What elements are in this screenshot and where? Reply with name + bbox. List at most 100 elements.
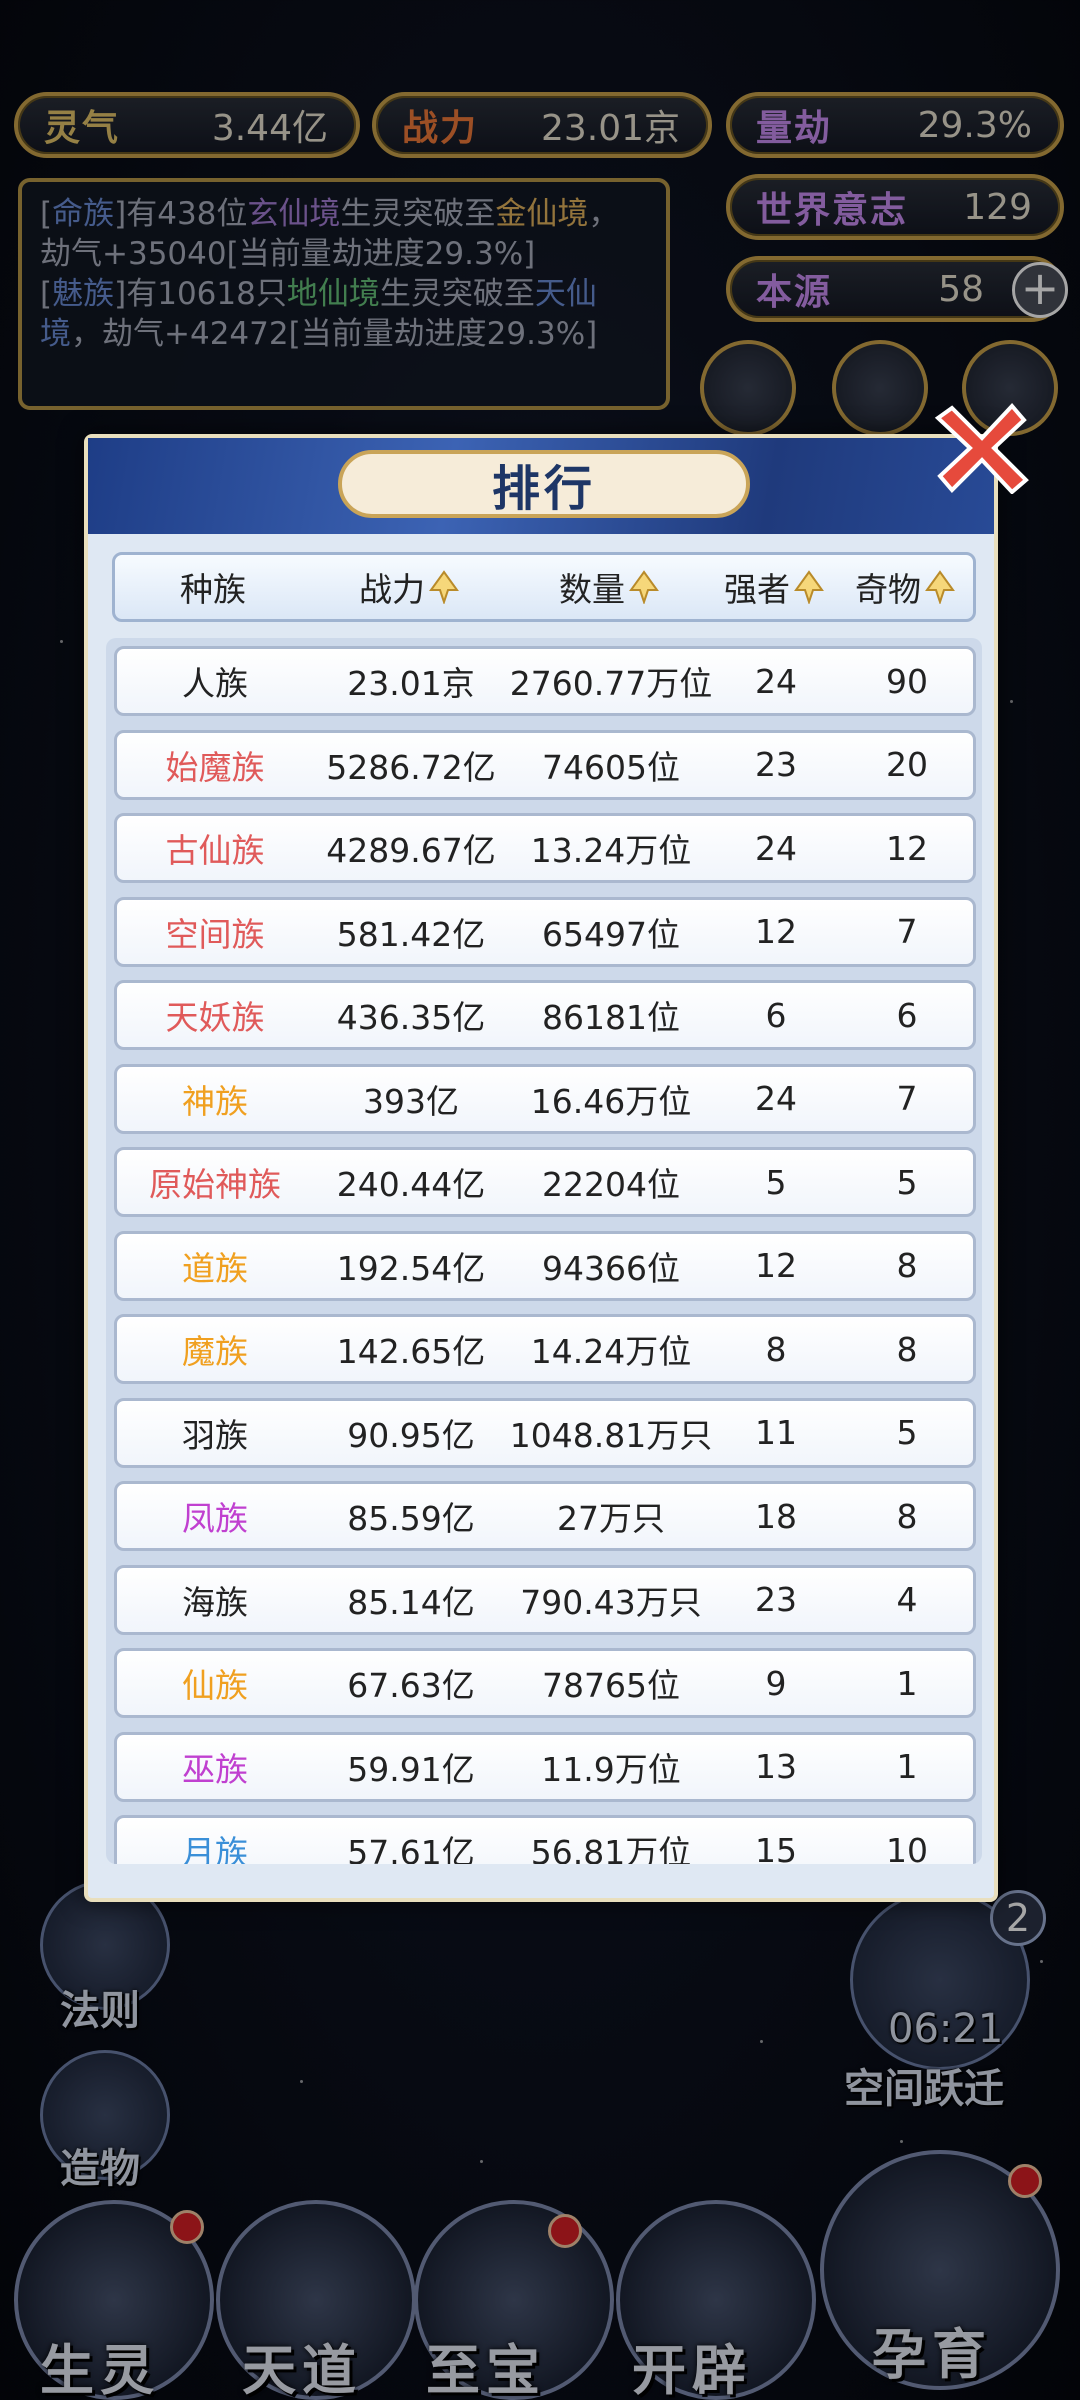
race-name-cell: 凤族: [182, 1499, 248, 1538]
wonder-cell: 7: [896, 1079, 918, 1118]
table-row[interactable]: 人族 23.01京 2760.77万位 24 90: [114, 646, 976, 716]
table-row[interactable]: 始魔族 5286.72亿 74605位 23 20: [114, 729, 976, 800]
wonder-cell: 90: [886, 661, 928, 701]
column-race-label: 种族: [180, 570, 246, 609]
wonder-cell: 1: [896, 1663, 918, 1703]
race-name-cell: 原始神族: [149, 1165, 281, 1204]
race-name-cell: 人族: [182, 664, 248, 703]
sort-arrow-icon: [629, 570, 659, 604]
table-row[interactable]: 古仙族 4289.67亿 13.24万位 24 12: [114, 813, 976, 883]
sort-arrow-icon: [429, 570, 459, 604]
column-header: 种族 战力 数量 强者 奇物: [112, 552, 976, 622]
power-cell: 67.63亿: [347, 1666, 475, 1705]
count-cell: 27万只: [557, 1499, 665, 1538]
count-cell: 11.9万位: [541, 1749, 681, 1789]
strong-cell: 12: [755, 1246, 797, 1285]
race-name-cell: 羽族: [182, 1415, 248, 1455]
wonder-cell: 4: [896, 1580, 918, 1619]
race-name-cell: 巫族: [182, 1749, 248, 1789]
count-cell: 790.43万只: [520, 1582, 702, 1622]
strong-cell: 11: [755, 1413, 797, 1452]
ranking-panel: 排行 种族 战力 数量 强者 奇物 人族 23.01京 2760.77万位 24 90 始…: [84, 434, 998, 1902]
race-name-cell: 仙族: [182, 1666, 248, 1705]
ranking-list[interactable]: 人族 23.01京 2760.77万位 24 90 始魔族 5286.72亿 74605位 23…: [106, 638, 982, 1864]
count-cell: 16.46万位: [530, 1081, 692, 1121]
strong-cell: 24: [755, 1079, 797, 1118]
strong-cell: 13: [755, 1747, 797, 1786]
count-cell: 13.24万位: [530, 831, 692, 870]
wonder-cell: 1: [896, 1747, 918, 1786]
count-cell: 1048.81万只: [509, 1415, 713, 1455]
wonder-cell: 12: [886, 828, 928, 868]
table-row[interactable]: 魔族 142.65亿 14.24万位 8 8: [114, 1314, 976, 1384]
table-row[interactable]: 月族 57.61亿 56.81万位 15 10: [114, 1815, 976, 1864]
strong-cell: 6: [765, 995, 787, 1035]
column-count-label: 数量: [559, 570, 625, 609]
count-cell: 78765位: [542, 1666, 680, 1705]
close-icon[interactable]: [934, 396, 1032, 494]
power-cell: 59.91亿: [347, 1749, 475, 1789]
strong-cell: 15: [755, 1830, 797, 1865]
table-row[interactable]: 仙族 67.63亿 78765位 9 1: [114, 1648, 976, 1718]
strong-cell: 23: [755, 745, 797, 784]
strong-cell: 18: [755, 1496, 797, 1536]
wonder-cell: 8: [896, 1329, 918, 1369]
wonder-cell: 6: [896, 995, 918, 1035]
power-cell: 90.95亿: [347, 1415, 475, 1455]
table-row[interactable]: 羽族 90.95亿 1048.81万只 11 5: [114, 1397, 976, 1468]
sort-arrow-icon: [925, 570, 955, 604]
power-cell: 436.35亿: [336, 998, 486, 1037]
wonder-cell: 8: [896, 1246, 918, 1285]
power-cell: 581.42亿: [336, 914, 486, 954]
count-cell: 94366位: [542, 1248, 680, 1288]
table-row[interactable]: 天妖族 436.35亿 86181位 6 6: [114, 980, 976, 1050]
sort-arrow-icon: [794, 570, 824, 604]
power-cell: 57.61亿: [347, 1833, 475, 1864]
race-name-cell: 天妖族: [165, 998, 265, 1037]
column-power-label: 战力: [359, 570, 425, 609]
column-count[interactable]: 数量: [507, 555, 711, 619]
column-wonder[interactable]: 奇物: [837, 555, 973, 619]
wonder-cell: 8: [896, 1496, 918, 1536]
strong-cell: 9: [765, 1663, 787, 1703]
table-row[interactable]: 凤族 85.59亿 27万只 18 8: [114, 1481, 976, 1551]
race-name-cell: 空间族: [165, 914, 265, 954]
table-row[interactable]: 神族 393亿 16.46万位 24 7: [114, 1063, 976, 1134]
power-cell: 5286.72亿: [326, 747, 496, 787]
wonder-cell: 7: [896, 912, 918, 951]
race-name-cell: 神族: [182, 1081, 248, 1121]
column-strong[interactable]: 强者: [711, 555, 837, 619]
strong-cell: 24: [755, 828, 797, 868]
table-row[interactable]: 道族 192.54亿 94366位 12 8: [114, 1230, 976, 1301]
table-row[interactable]: 巫族 59.91亿 11.9万位 13 1: [114, 1731, 976, 1802]
table-row[interactable]: 海族 85.14亿 790.43万只 23 4: [114, 1564, 976, 1635]
panel-title: 排行: [338, 450, 750, 518]
strong-cell: 5: [765, 1162, 787, 1202]
race-name-cell: 魔族: [182, 1332, 248, 1371]
power-cell: 85.14亿: [347, 1582, 475, 1622]
count-cell: 86181位: [542, 998, 680, 1037]
table-row[interactable]: 空间族 581.42亿 65497位 12 7: [114, 896, 976, 967]
power-cell: 142.65亿: [336, 1332, 486, 1371]
column-race: 种族: [115, 555, 311, 619]
race-name-cell: 始魔族: [165, 747, 265, 787]
race-name-cell: 月族: [182, 1833, 248, 1864]
race-name-cell: 海族: [182, 1582, 248, 1622]
count-cell: 56.81万位: [530, 1833, 692, 1864]
column-power[interactable]: 战力: [311, 555, 507, 619]
power-cell: 192.54亿: [336, 1248, 486, 1288]
table-row[interactable]: 原始神族 240.44亿 22204位 5 5: [114, 1147, 976, 1217]
power-cell: 240.44亿: [336, 1165, 486, 1204]
column-wonder-label: 奇物: [855, 570, 921, 609]
count-cell: 14.24万位: [530, 1332, 692, 1371]
race-name-cell: 道族: [182, 1248, 248, 1288]
race-name-cell: 古仙族: [165, 831, 265, 870]
strong-cell: 8: [765, 1329, 787, 1369]
power-cell: 85.59亿: [347, 1499, 475, 1538]
power-cell: 23.01京: [347, 664, 475, 703]
count-cell: 65497位: [542, 914, 680, 954]
count-cell: 74605位: [542, 747, 680, 787]
wonder-cell: 5: [896, 1162, 918, 1202]
power-cell: 4289.67亿: [326, 831, 496, 870]
count-cell: 2760.77万位: [509, 664, 713, 703]
